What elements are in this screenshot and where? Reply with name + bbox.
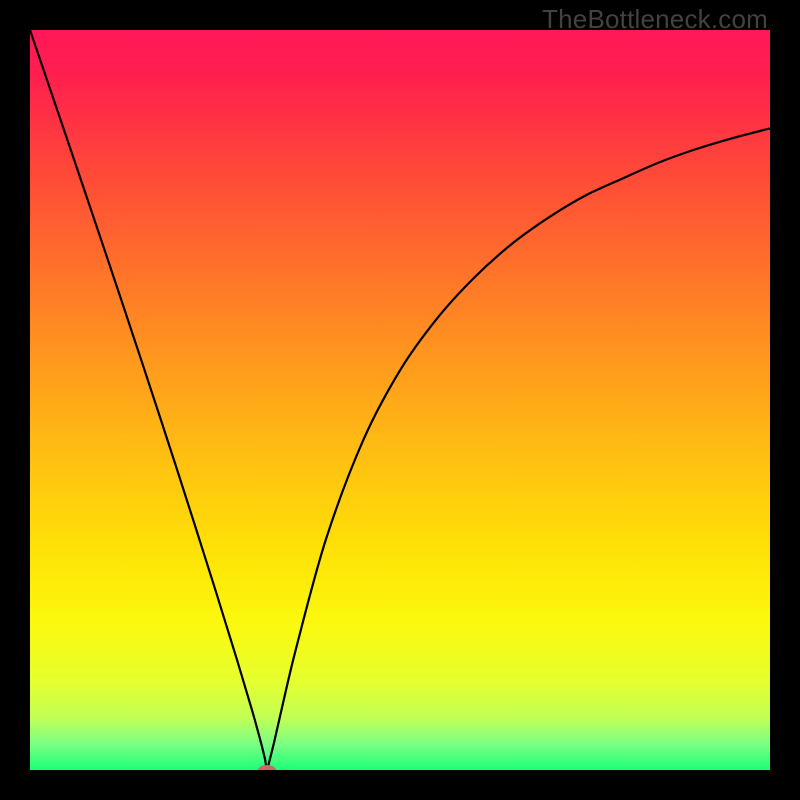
plot-area xyxy=(30,30,770,770)
bottleneck-curve-svg xyxy=(30,30,770,770)
watermark-text: TheBottleneck.com xyxy=(542,4,768,35)
chart-frame: TheBottleneck.com xyxy=(0,0,800,800)
minimum-marker xyxy=(258,765,276,770)
bottleneck-curve-path xyxy=(30,30,770,770)
